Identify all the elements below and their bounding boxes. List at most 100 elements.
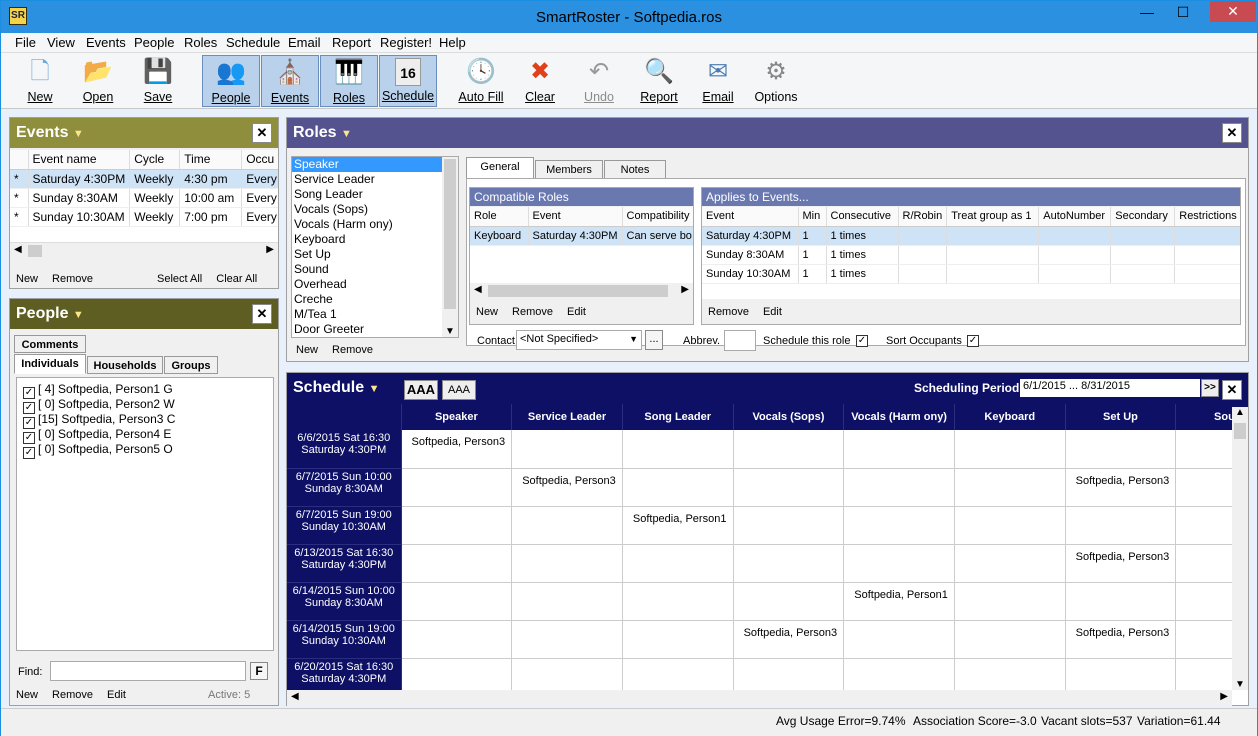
tab-households[interactable]: Households [87,356,163,374]
close-schedule-panel-icon[interactable]: ✕ [1222,380,1242,400]
row-header[interactable]: 6/14/2015 Sun 19:00 Sunday 10:30AM [287,620,402,659]
schedule-horizontal-scrollbar[interactable]: ◀ ▶ [287,690,1232,706]
chevron-down-icon[interactable]: ▼ [341,128,352,140]
schedule-cell[interactable] [733,544,845,583]
people-new-link[interactable]: New [16,689,38,701]
schedule-cell[interactable] [954,506,1066,545]
table-row[interactable]: Saturday 4:30PM 1 1 times [702,226,1240,246]
schedule-cell[interactable] [511,544,623,583]
list-item[interactable]: Creche [292,292,458,307]
tab-members[interactable]: Members [535,160,603,179]
schedule-cell[interactable] [1065,506,1177,545]
schedule-cell[interactable]: Softpedia, Person3 [733,620,845,659]
column-header[interactable]: Vocals (Harm ony) [843,404,955,430]
list-item[interactable]: Sound [292,262,458,277]
column-header[interactable]: Song Leader [622,404,734,430]
schedule-cell[interactable] [1175,430,1232,469]
menu-people[interactable]: People [134,35,174,50]
schedule-cell[interactable] [733,430,845,469]
schedule-cell[interactable]: Softpedia, Person3 [1065,468,1177,507]
column-header[interactable]: Keyboard [954,404,1066,430]
table-row[interactable]: Sunday 8:30AM 1 1 times [702,245,1240,265]
save-button[interactable]: 💾 Save [133,55,183,107]
schedule-cell[interactable] [1175,620,1232,659]
schedule-cell[interactable] [622,430,734,469]
schedule-cell[interactable] [843,430,955,469]
list-item[interactable]: Keyboard [292,232,458,247]
schedule-cell[interactable] [401,468,513,507]
list-item[interactable]: Vocals (Sops) [292,202,458,217]
people-edit-link[interactable]: Edit [107,689,126,701]
schedule-cell[interactable] [954,658,1066,690]
schedule-cell[interactable] [954,430,1066,469]
table-row[interactable]: * Sunday 10:30AM Weekly 7:00 pm Every [10,207,278,227]
row-header[interactable]: 6/13/2015 Sat 16:30 Saturday 4:30PM [287,544,402,583]
schedule-role-checkbox[interactable]: ✓ [856,335,868,347]
schedule-cell[interactable] [511,582,623,621]
chevron-down-icon[interactable]: ▼ [73,309,84,321]
abbrev-input[interactable] [724,330,756,351]
list-item[interactable]: ✓[ 0] Softpedia, Person2 W [23,397,267,414]
chevron-down-icon[interactable]: ▼ [73,128,84,140]
chevron-down-icon[interactable]: ▼ [369,383,380,395]
tab-comments[interactable]: Comments [14,335,86,353]
find-input[interactable] [50,661,246,681]
people-button[interactable]: 👥 People [202,55,260,107]
schedule-cell[interactable] [954,582,1066,621]
maximize-icon[interactable]: ☐ [1169,1,1197,23]
schedule-vertical-scrollbar[interactable]: ▲ ▼ [1232,407,1248,690]
close-people-panel-icon[interactable]: ✕ [252,304,272,324]
events-remove-link[interactable]: Remove [52,273,93,285]
row-header[interactable]: 6/7/2015 Sun 19:00 Sunday 10:30AM [287,506,402,545]
people-remove-link[interactable]: Remove [52,689,93,701]
applies-edit-link[interactable]: Edit [763,306,782,318]
find-button[interactable]: F [250,662,268,680]
schedule-cell[interactable] [1175,506,1232,545]
roles-remove-link[interactable]: Remove [332,344,373,356]
events-new-link[interactable]: New [16,273,38,285]
minimize-icon[interactable]: — [1133,1,1161,23]
column-header[interactable]: Service Leader [511,404,623,430]
list-item[interactable]: ✓[ 0] Softpedia, Person5 O [23,442,267,459]
schedule-cell[interactable] [511,430,623,469]
schedule-cell[interactable] [843,506,955,545]
menu-email[interactable]: Email [288,35,321,50]
table-row[interactable]: * Sunday 8:30AM Weekly 10:00 am Every [10,188,278,208]
schedule-cell[interactable] [954,544,1066,583]
row-header[interactable]: 6/7/2015 Sun 10:00 Sunday 8:30AM [287,468,402,507]
compat-horizontal-scrollbar[interactable]: ◀ ▶ [470,283,693,299]
checkbox-checked-icon[interactable]: ✓ [23,447,35,459]
list-item[interactable]: Set Up [292,247,458,262]
clear-button[interactable]: ✖ Clear [515,55,565,107]
schedule-cell[interactable] [622,620,734,659]
column-header[interactable]: Speaker [401,404,513,430]
row-header[interactable]: 6/14/2015 Sun 10:00 Sunday 8:30AM [287,582,402,621]
tab-groups[interactable]: Groups [164,356,218,374]
schedule-cell[interactable] [733,506,845,545]
schedule-cell[interactable] [843,544,955,583]
events-clear-all-link[interactable]: Clear All [216,273,257,285]
close-window-icon[interactable]: ✕ [1210,1,1256,22]
schedule-cell[interactable] [954,620,1066,659]
schedule-cell[interactable] [622,582,734,621]
schedule-cell[interactable] [622,468,734,507]
schedule-cell[interactable] [401,506,513,545]
schedule-cell[interactable] [401,544,513,583]
schedule-cell[interactable] [622,544,734,583]
schedule-button[interactable]: 16 Schedule [379,55,437,107]
schedule-cell[interactable]: Softpedia, Person3 [1065,620,1177,659]
compat-new-link[interactable]: New [476,306,498,318]
schedule-cell[interactable] [843,658,955,690]
schedule-cell[interactable] [622,658,734,690]
email-button[interactable]: ✉ Email [693,55,743,107]
close-roles-panel-icon[interactable]: ✕ [1222,123,1242,143]
schedule-cell[interactable] [1065,582,1177,621]
list-item[interactable]: Overhead [292,277,458,292]
roles-list-scrollbar[interactable]: ▼ [442,157,458,337]
list-item[interactable]: ✓[ 0] Softpedia, Person4 E [23,427,267,444]
schedule-cell[interactable]: Softpedia, Person3 [1065,544,1177,583]
schedule-cell[interactable] [1175,468,1232,507]
menu-register[interactable]: Register! [380,35,432,50]
roles-button[interactable]: 🎹 Roles [320,55,378,107]
table-row[interactable]: * Saturday 4:30PM Weekly 4:30 pm Every [10,169,278,189]
